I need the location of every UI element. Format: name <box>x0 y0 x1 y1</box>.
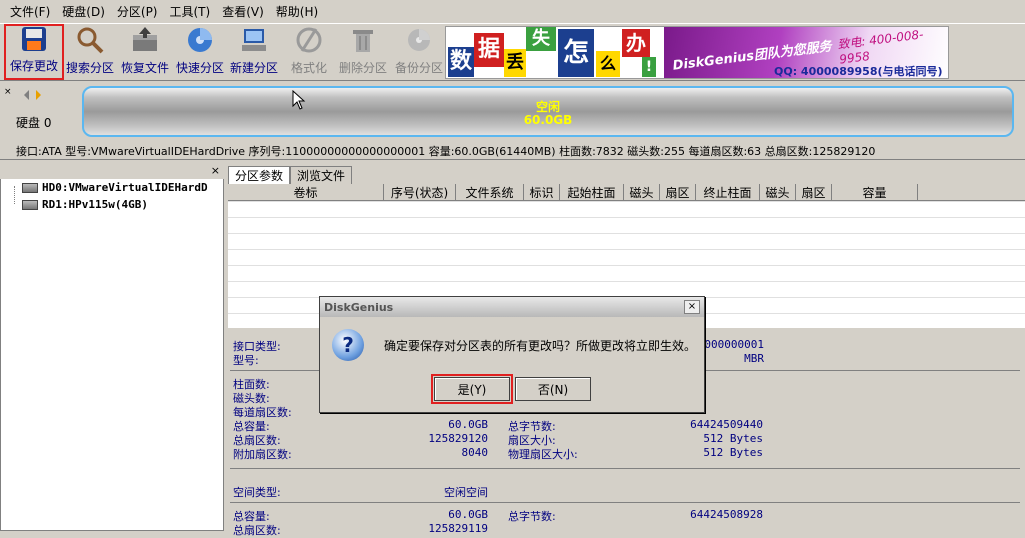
save-changes-label: 保存更改 <box>9 59 58 73</box>
tab-browse-files[interactable]: 浏览文件 <box>290 166 353 184</box>
recover-files-button[interactable]: 恢复文件 <box>118 24 172 80</box>
backup-partition-icon <box>403 24 435 56</box>
save-changes-button[interactable]: 保存更改 <box>4 24 64 80</box>
detail-value: 64424508928 <box>690 508 763 521</box>
column-header[interactable]: 卷标 <box>228 184 384 201</box>
question-icon: ? <box>332 329 364 361</box>
yes-button[interactable]: 是(Y) <box>431 374 513 404</box>
detail-value: 512 Bytes <box>703 432 763 445</box>
detail-label: 型号: <box>233 354 259 367</box>
format-button[interactable]: 格式化 <box>284 24 334 80</box>
detail-tabs: 分区参数 浏览文件 <box>228 166 353 184</box>
detail-value: 空闲空间 <box>444 486 488 499</box>
search-icon <box>74 24 106 56</box>
column-header[interactable]: 扇区 <box>796 184 832 201</box>
column-header[interactable]: 磁头 <box>624 184 660 201</box>
detail-value: 512 Bytes <box>703 446 763 459</box>
dialog-message: 确定要保存对分区表的所有更改吗？所做更改将立即生效。 <box>384 339 697 353</box>
close-tree-icon[interactable]: × <box>211 164 220 177</box>
menu-tools[interactable]: 工具(T) <box>164 3 217 20</box>
recover-icon <box>129 24 161 56</box>
no-button[interactable]: 否(N) <box>515 377 591 401</box>
quick-partition-button[interactable]: 快速分区 <box>174 24 226 80</box>
dialog-title: DiskGenius <box>320 297 704 317</box>
format-icon <box>293 24 325 56</box>
quick-partition-label: 快速分区 <box>175 61 224 75</box>
detail-value: 64424509440 <box>690 418 763 431</box>
close-panel-icon[interactable]: × <box>4 87 12 97</box>
tab-partition-params[interactable]: 分区参数 <box>228 166 291 184</box>
banner-char: 丢 <box>504 49 526 77</box>
column-header[interactable]: 序号(状态) <box>384 184 456 201</box>
banner-char: 据 <box>474 33 504 67</box>
menu-disk[interactable]: 硬盘(D) <box>56 3 111 20</box>
column-header[interactable]: 扇区 <box>660 184 696 201</box>
tree-item-label: RD1:HPv115w(4GB) <box>42 198 148 211</box>
banner-char: 怎 <box>558 29 594 77</box>
banner-char: 办 <box>622 29 650 57</box>
menu-partition[interactable]: 分区(P) <box>111 3 164 20</box>
menu-file[interactable]: 文件(F) <box>4 3 56 20</box>
backup-partition-button[interactable]: 备份分区 <box>392 24 446 80</box>
confirm-dialog: DiskGenius × ? 确定要保存对分区表的所有更改吗？所做更改将立即生效… <box>319 296 705 413</box>
partition-block-free[interactable]: 空闲 60.0GB <box>82 86 1014 137</box>
disk-label: 硬盘 0 <box>16 116 52 130</box>
detail-label: 总扇区数: <box>233 524 281 537</box>
banner-qq: QQ: 4000089958(与电话同号) <box>774 65 943 78</box>
column-header[interactable]: 文件系统 <box>456 184 524 201</box>
menu-help[interactable]: 帮助(H) <box>270 3 324 20</box>
detail-value: 60.0GB <box>448 508 488 521</box>
dialog-close-button[interactable]: × <box>684 300 700 314</box>
nav-arrows[interactable] <box>22 88 41 102</box>
menu-view[interactable]: 查看(V) <box>216 3 270 20</box>
delete-partition-label: 删除分区 <box>338 61 387 75</box>
column-header[interactable]: 磁头 <box>760 184 796 201</box>
tree-item-rd1[interactable]: RD1:HPv115w(4GB) <box>22 198 148 211</box>
detail-label: 物理扇区大小: <box>508 448 578 461</box>
hard-disk-icon <box>22 199 38 210</box>
delete-partition-icon <box>347 24 379 56</box>
detail-value: 125829120 <box>428 432 488 445</box>
detail-label: 空间类型: <box>233 486 281 499</box>
banner-char: ! <box>642 57 656 77</box>
column-header[interactable]: 起始柱面 <box>560 184 624 201</box>
search-partition-label: 搜索分区 <box>65 61 114 75</box>
detail-value: 60.0GB <box>448 418 488 431</box>
advert-banner[interactable]: 数 据 丢 失 怎 么 办 ! DiskGenius团队为您服务 致电: 400… <box>445 26 949 79</box>
new-partition-label: 新建分区 <box>229 61 278 75</box>
partition-table-header: 卷标 序号(状态) 文件系统 标识 起始柱面 磁头 扇区 终止柱面 磁头 扇区 … <box>228 184 1025 201</box>
recover-files-label: 恢复文件 <box>120 61 169 75</box>
format-label: 格式化 <box>290 61 327 75</box>
mouse-cursor-icon <box>292 89 306 113</box>
tree-item-label: HD0:VMwareVirtualIDEHardD <box>42 181 208 194</box>
detail-label: 附加扇区数: <box>233 448 292 461</box>
tree-item-hd0[interactable]: HD0:VMwareVirtualIDEHardD <box>22 181 208 194</box>
tree-header: × <box>0 164 224 179</box>
hard-disk-icon <box>22 182 38 193</box>
search-partition-button[interactable]: 搜索分区 <box>64 24 116 80</box>
column-header[interactable]: 容量 <box>832 184 918 201</box>
quick-partition-icon <box>184 24 216 56</box>
menu-bar: 文件(F) 硬盘(D) 分区(P) 工具(T) 查看(V) 帮助(H) <box>0 0 1025 24</box>
save-icon <box>18 24 50 54</box>
detail-value: 125829119 <box>428 522 488 535</box>
disk-tree <box>0 165 224 531</box>
delete-partition-button[interactable]: 删除分区 <box>336 24 390 80</box>
backup-partition-label: 备份分区 <box>394 61 443 75</box>
partition-size: 60.0GB <box>523 113 573 127</box>
column-header[interactable]: 标识 <box>524 184 560 201</box>
banner-char: 么 <box>596 51 620 77</box>
new-partition-icon <box>238 24 270 56</box>
banner-char: 数 <box>448 47 474 77</box>
column-header[interactable]: 终止柱面 <box>696 184 760 201</box>
new-partition-button[interactable]: 新建分区 <box>228 24 280 80</box>
detail-value: 8040 <box>461 446 489 459</box>
disk-info-line: 接口:ATA 型号:VMwareVirtualIDEHardDrive 序列号:… <box>0 142 1025 160</box>
detail-label: 总字节数: <box>508 510 556 523</box>
banner-char: 失 <box>526 27 556 51</box>
